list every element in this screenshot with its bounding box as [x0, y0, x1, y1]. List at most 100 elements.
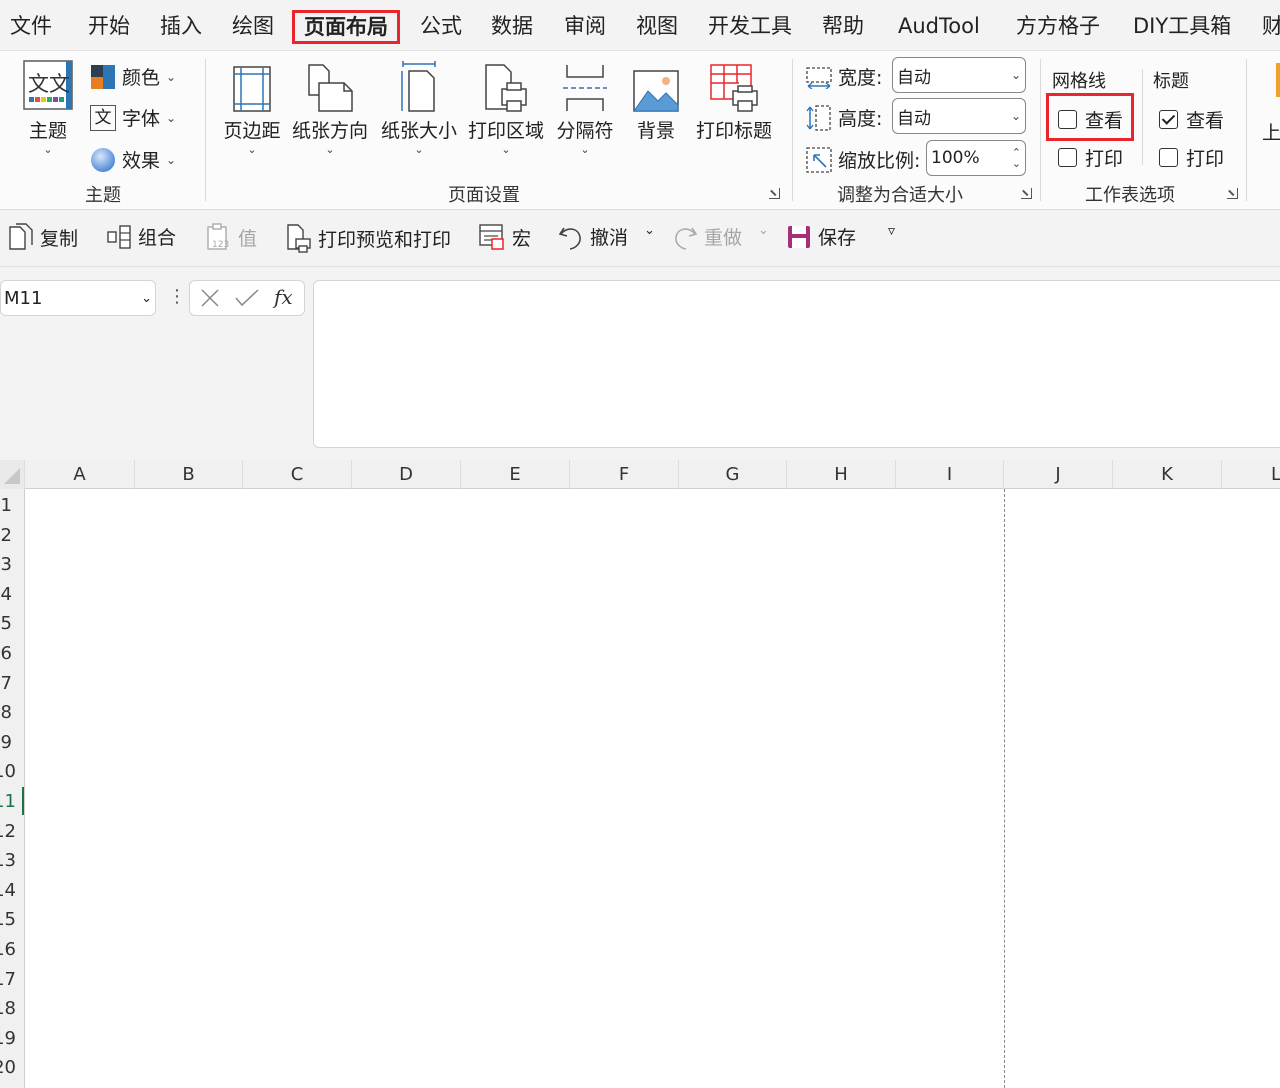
tab-finance[interactable]: 财 [1262, 10, 1280, 44]
macro-button[interactable]: 宏 [478, 223, 531, 251]
themes-button[interactable]: 文文 主题 ⌄ [18, 60, 78, 156]
paper-size-button[interactable]: 纸张大小 ⌄ [378, 61, 460, 156]
customize-toolbar-button[interactable]: ▿ [888, 223, 895, 239]
group-button[interactable]: 组合 [106, 223, 176, 250]
cancel-icon[interactable] [201, 289, 219, 307]
theme-fonts-label: 字体 [122, 108, 161, 130]
sheet-options-dialog-launcher-icon[interactable] [1227, 188, 1238, 199]
row-header[interactable]: 12 [0, 817, 16, 847]
save-button[interactable]: 保存 [786, 223, 856, 250]
headings-view-checkbox[interactable] [1159, 110, 1178, 129]
headings-view-option[interactable]: 查看 [1159, 106, 1224, 133]
row-header[interactable]: 2 [1, 521, 12, 551]
row-header[interactable]: 4 [1, 580, 12, 610]
background-button[interactable]: 背景 [626, 61, 686, 143]
tab-insert[interactable]: 插入 [160, 10, 202, 44]
tab-help[interactable]: 帮助 [822, 10, 864, 44]
row-header[interactable]: 9 [1, 728, 12, 758]
theme-colors-button[interactable]: 颜色 ⌄ [90, 63, 176, 90]
row-header-selected[interactable]: 11 [0, 787, 16, 817]
tab-audtool[interactable]: AudTool [898, 10, 980, 44]
tab-file[interactable]: 文件 [10, 10, 52, 44]
column-header-c[interactable]: C [243, 460, 352, 489]
column-header-i[interactable]: I [896, 460, 1004, 489]
print-titles-icon [692, 61, 776, 113]
worksheet-grid[interactable]: A B C D E F G H I J K L 1 2 3 4 5 6 7 8 … [0, 460, 1280, 1088]
redo-dropdown[interactable]: ⌄ [758, 223, 769, 238]
background-image-icon [626, 61, 686, 113]
column-header-b[interactable]: B [135, 460, 243, 489]
height-select[interactable]: 自动 ⌄ [892, 98, 1026, 134]
print-preview-button[interactable]: 打印预览和打印 [286, 223, 451, 253]
column-header-f[interactable]: F [570, 460, 679, 489]
scale-dialog-launcher-icon[interactable] [1021, 188, 1032, 199]
theme-effects-button[interactable]: 效果 ⌄ [90, 146, 176, 173]
row-header[interactable]: 10 [0, 757, 16, 787]
tab-view[interactable]: 视图 [636, 10, 678, 44]
svg-text:123: 123 [212, 240, 229, 250]
breaks-button[interactable]: 分隔符 ⌄ [552, 61, 618, 156]
column-header-k[interactable]: K [1113, 460, 1222, 489]
copy-button[interactable]: 复制 [8, 223, 78, 251]
tab-fangfang[interactable]: 方方格子 [1016, 10, 1100, 44]
row-header[interactable]: 17 [0, 965, 16, 995]
column-header-h[interactable]: H [787, 460, 896, 489]
chevron-down-icon[interactable]: ⌄ [141, 291, 152, 306]
name-box[interactable]: M11 ⌄ [0, 280, 156, 316]
row-header[interactable]: 19 [0, 1024, 16, 1054]
row-header[interactable]: 6 [1, 639, 12, 669]
orientation-button[interactable]: 纸张方向 ⌄ [290, 61, 370, 156]
undo-dropdown[interactable]: ⌄ [644, 223, 655, 238]
gridlines-print-checkbox[interactable] [1058, 148, 1077, 167]
tab-data[interactable]: 数据 [491, 10, 533, 44]
headings-print-checkbox[interactable] [1159, 148, 1178, 167]
tab-home[interactable]: 开始 [88, 10, 130, 44]
margins-button[interactable]: 页边距 ⌄ [220, 61, 284, 156]
tab-diy-toolbox[interactable]: DIY工具箱 [1133, 10, 1231, 44]
tab-page-layout[interactable]: 页面布局 [292, 10, 400, 44]
select-all-corner[interactable] [0, 460, 25, 489]
headings-print-option[interactable]: 打印 [1159, 144, 1224, 171]
tab-formulas[interactable]: 公式 [420, 10, 462, 44]
column-header-e[interactable]: E [461, 460, 570, 489]
tab-review[interactable]: 审阅 [564, 10, 606, 44]
column-header-l[interactable]: L [1222, 460, 1280, 489]
save-label: 保存 [818, 227, 857, 249]
print-titles-button[interactable]: 打印标题 [692, 61, 776, 143]
gridlines-print-option[interactable]: 打印 [1058, 144, 1123, 171]
width-select[interactable]: 自动 ⌄ [892, 57, 1026, 93]
tab-developer[interactable]: 开发工具 [708, 10, 792, 44]
row-header[interactable]: 15 [0, 905, 16, 935]
scale-spinner[interactable]: 100% ⌃ ⌄ [926, 140, 1026, 176]
column-header-a[interactable]: A [25, 460, 135, 489]
column-header-j[interactable]: J [1004, 460, 1113, 489]
undo-button[interactable]: 撤消 [558, 223, 628, 250]
undo-icon [558, 227, 581, 250]
bring-forward-button[interactable]: 上 [1262, 118, 1280, 145]
column-header-g[interactable]: G [679, 460, 787, 489]
insert-function-icon[interactable]: fx [274, 285, 293, 309]
row-header[interactable]: 14 [0, 876, 16, 906]
confirm-icon[interactable] [235, 289, 259, 307]
group-divider [205, 59, 206, 201]
row-header[interactable]: 7 [1, 669, 12, 699]
spinner-arrows-icon[interactable]: ⌃ ⌄ [1012, 147, 1021, 169]
row-header[interactable]: 8 [1, 698, 12, 728]
row-header[interactable]: 5 [1, 609, 12, 639]
row-header[interactable]: 1 [1, 491, 12, 521]
row-header[interactable]: 20 [0, 1053, 16, 1083]
redo-button[interactable]: 重做 [672, 223, 742, 250]
chevron-down-icon: ⌄ [414, 143, 424, 156]
formula-input[interactable] [313, 280, 1280, 448]
page-setup-dialog-launcher-icon[interactable] [769, 188, 780, 199]
theme-fonts-button[interactable]: 文 字体 ⌄ [90, 104, 176, 131]
paste-values-button[interactable]: 123 值 [206, 223, 257, 251]
row-header[interactable]: 3 [1, 550, 12, 580]
tab-draw[interactable]: 绘图 [232, 10, 274, 44]
row-header[interactable]: 18 [0, 994, 16, 1024]
more-options-icon[interactable]: ⋮ [168, 286, 186, 307]
row-header[interactable]: 13 [0, 846, 16, 876]
row-header[interactable]: 16 [0, 935, 16, 965]
print-area-button[interactable]: 打印区域 ⌄ [465, 61, 547, 156]
column-header-d[interactable]: D [352, 460, 461, 489]
